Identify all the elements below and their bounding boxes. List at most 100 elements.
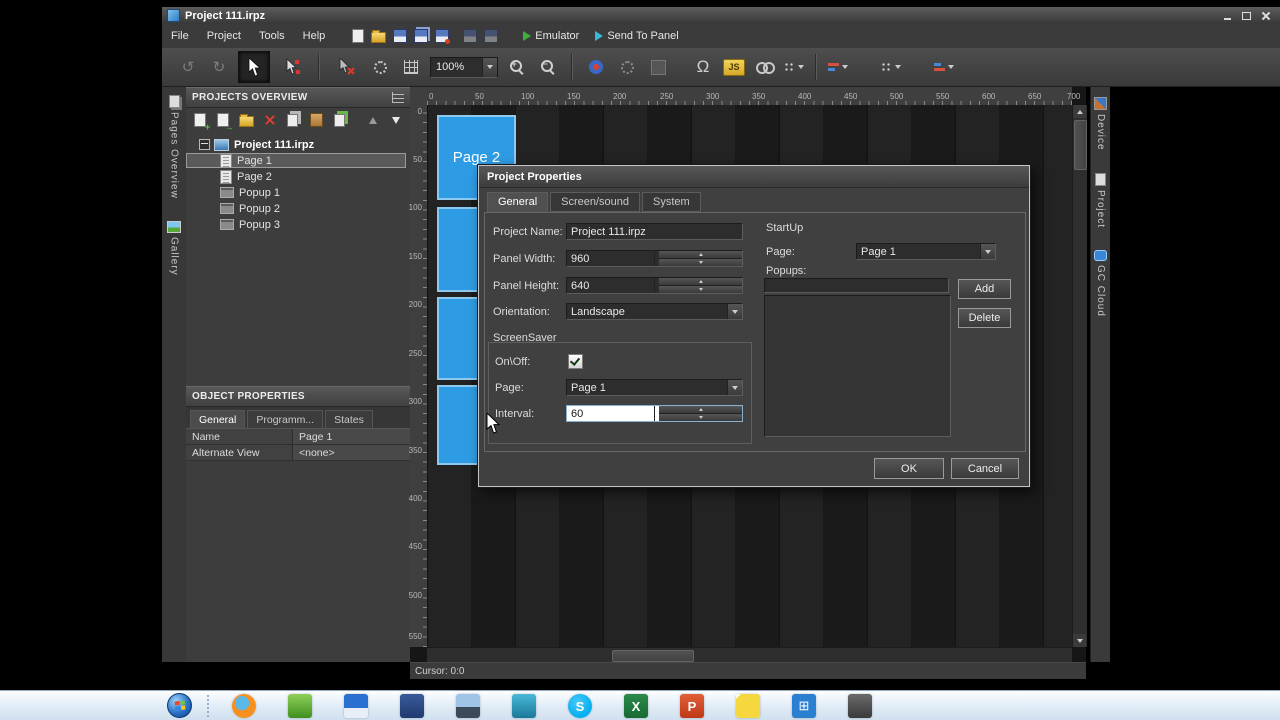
orientation-dropdown-arrow[interactable] (727, 304, 742, 319)
copy-icon[interactable] (285, 112, 301, 129)
javascript-icon[interactable]: JS (722, 54, 746, 80)
excel-icon[interactable] (624, 694, 648, 718)
tree-item-popup1[interactable]: Popup 1 (186, 185, 406, 200)
device-tab[interactable]: Device (1094, 97, 1107, 151)
ok-button[interactable]: OK (874, 458, 944, 479)
node-select-tool-button[interactable] (277, 52, 307, 82)
shape-icon[interactable] (646, 54, 670, 80)
horizontal-scroll-thumb[interactable] (612, 650, 694, 662)
object-settings-icon[interactable] (615, 54, 639, 80)
delete-popup-button[interactable]: Delete (958, 308, 1011, 328)
vertical-scrollbar[interactable] (1072, 105, 1087, 647)
open-project-icon[interactable] (371, 29, 387, 44)
arrange-dropdown[interactable] (934, 63, 954, 71)
grid-toggle-icon[interactable] (399, 54, 423, 80)
floppy-app-icon[interactable] (344, 694, 368, 718)
emulator-button[interactable]: Emulator (515, 27, 587, 45)
panel-width-field[interactable]: 960 (566, 250, 743, 267)
delete-item-icon[interactable] (262, 112, 278, 129)
zoom-out-icon[interactable]: − (536, 54, 560, 80)
move-down-icon[interactable] (388, 112, 404, 129)
zoom-select[interactable]: 100% (430, 56, 498, 78)
save-icon[interactable] (392, 29, 407, 44)
paste-icon[interactable] (308, 112, 324, 129)
snap-mode-icon[interactable] (584, 54, 608, 80)
vertical-scroll-thumb[interactable] (1074, 120, 1087, 170)
screensaver-page-dropdown[interactable]: Page 1 (566, 379, 743, 396)
dialog-tab-general[interactable]: General (487, 192, 549, 212)
panel-height-spinner[interactable] (654, 278, 742, 293)
cancel-button[interactable]: Cancel (951, 458, 1019, 479)
start-button[interactable] (167, 693, 192, 718)
add-popup-button[interactable]: Add (958, 279, 1011, 299)
tree-item-popup3[interactable]: Popup 3 (186, 217, 406, 232)
interval-spinner[interactable] (654, 406, 742, 421)
property-row-name[interactable]: Name Page 1 (186, 429, 410, 445)
save-all-icon[interactable] (413, 29, 428, 44)
property-row-alternate-view[interactable]: Alternate View <none> (186, 445, 410, 461)
grid-options-dropdown[interactable] (784, 61, 804, 73)
link-relations-icon[interactable] (753, 54, 777, 80)
skype-icon[interactable] (568, 694, 592, 718)
new-project-icon[interactable] (350, 29, 365, 44)
project-name-field[interactable]: Project 111.irpz (566, 223, 743, 240)
phone-app-icon[interactable] (848, 694, 872, 718)
screensaver-page-dropdown-arrow[interactable] (727, 380, 742, 395)
tree-options-icon[interactable] (392, 92, 404, 103)
collapse-icon[interactable] (199, 139, 210, 150)
teal-app-icon[interactable] (512, 694, 536, 718)
startup-page-dropdown[interactable]: Page 1 (856, 243, 996, 260)
orientation-dropdown[interactable]: Landscape (566, 303, 743, 320)
horizontal-scrollbar[interactable] (427, 647, 1072, 663)
tree-item-popup2[interactable]: Popup 2 (186, 201, 406, 216)
startup-page-dropdown-arrow[interactable] (980, 244, 995, 259)
popups-input[interactable] (764, 278, 949, 293)
gallery-tab[interactable]: Gallery (162, 220, 186, 276)
tree-item-page2[interactable]: Page 2 (186, 169, 406, 184)
clear-selection-button[interactable] (331, 52, 361, 82)
maximize-button[interactable] (1240, 10, 1253, 21)
dialog-title-bar[interactable]: Project Properties (479, 166, 1029, 188)
align-dropdown[interactable] (828, 63, 848, 71)
menu-help[interactable]: Help (294, 27, 335, 45)
scroll-up-arrow[interactable] (1073, 105, 1086, 118)
interval-field[interactable]: 60 (566, 405, 743, 422)
project-tab[interactable]: Project (1095, 172, 1106, 228)
tree-item-page1[interactable]: Page 1 (186, 153, 406, 168)
dialog-tab-system[interactable]: System (642, 192, 701, 212)
send-to-panel-button[interactable]: Send To Panel (587, 27, 686, 45)
minimize-button[interactable] (1221, 10, 1234, 21)
tree-root-project[interactable]: Project 111.irpz (186, 137, 406, 152)
blue-app-icon[interactable] (400, 694, 424, 718)
firefox-icon[interactable] (232, 694, 256, 718)
move-up-icon[interactable] (365, 112, 381, 129)
green-app-icon[interactable] (288, 694, 312, 718)
dialog-tab-screen-sound[interactable]: Screen/sound (550, 192, 641, 212)
macros-omega-icon[interactable]: Ω (691, 54, 715, 80)
tab-states[interactable]: States (325, 410, 373, 428)
scroll-down-arrow[interactable] (1073, 634, 1086, 647)
gc-cloud-tab[interactable]: GC Cloud (1094, 249, 1107, 317)
open-folder-icon[interactable] (238, 112, 255, 129)
panel-width-spinner[interactable] (654, 251, 742, 266)
add-page-icon[interactable]: + (192, 112, 210, 131)
panel-height-field[interactable]: 640 (566, 277, 743, 294)
zoom-in-icon[interactable]: + (505, 54, 529, 80)
import-page-icon[interactable]: → (215, 112, 233, 131)
select-tool-button[interactable] (238, 51, 270, 83)
tab-programming[interactable]: Programm... (247, 410, 324, 428)
export-icon[interactable] (434, 29, 450, 44)
popups-listbox[interactable] (764, 295, 951, 437)
close-button[interactable] (1259, 10, 1272, 21)
distribute-dropdown[interactable] (881, 61, 901, 73)
sticky-notes-icon[interactable] (736, 694, 760, 718)
pages-overview-tab[interactable]: Pages Overview (162, 95, 186, 199)
menu-project[interactable]: Project (198, 27, 250, 45)
menu-tools[interactable]: Tools (250, 27, 294, 45)
settings-gears-icon[interactable] (368, 54, 392, 80)
tab-general[interactable]: General (190, 410, 246, 428)
powerpoint-icon[interactable] (680, 694, 704, 718)
clone-icon[interactable] (331, 112, 347, 129)
screensaver-onoff-checkbox[interactable] (568, 354, 583, 369)
blue-grid-app-icon[interactable] (792, 694, 816, 718)
